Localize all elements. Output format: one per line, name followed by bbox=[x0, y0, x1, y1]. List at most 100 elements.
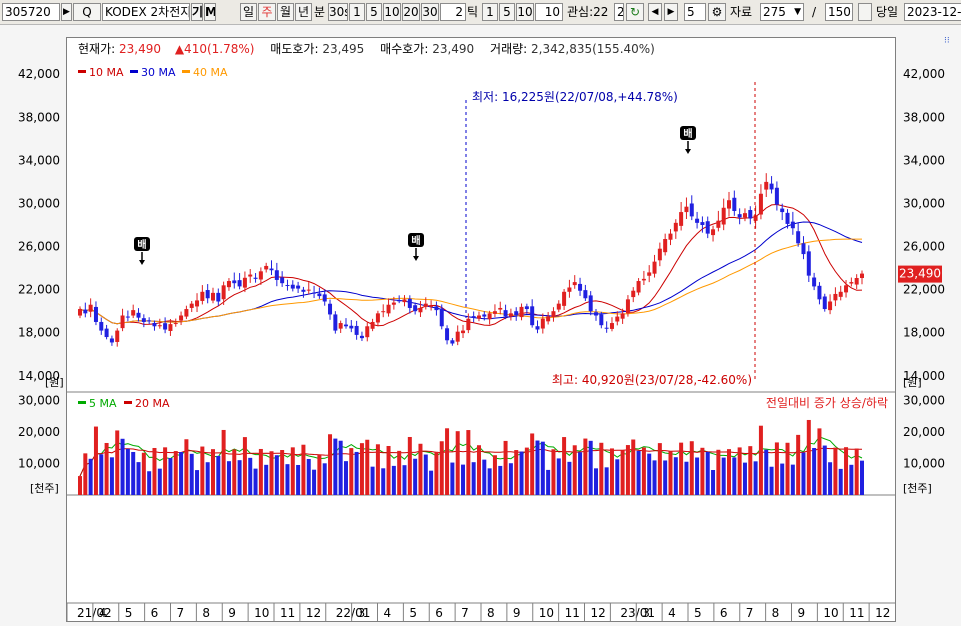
volume-bar bbox=[152, 447, 157, 495]
x-tick-label: 5 bbox=[409, 606, 417, 620]
candle-body bbox=[258, 271, 263, 280]
volume-bar bbox=[445, 428, 450, 495]
candle-body bbox=[418, 307, 423, 313]
candle-body bbox=[546, 316, 551, 322]
candle-body bbox=[498, 307, 503, 310]
x-tick-label: 12 bbox=[591, 606, 606, 620]
candle-body bbox=[578, 283, 583, 291]
volume-bar bbox=[530, 433, 535, 495]
x-tick-label: 7 bbox=[461, 606, 469, 620]
candle-body bbox=[636, 281, 641, 293]
volume-bar bbox=[652, 460, 657, 495]
volume-bar bbox=[301, 444, 306, 495]
volume-bar bbox=[450, 462, 455, 495]
candle-body bbox=[663, 239, 668, 253]
x-tick-label: 9 bbox=[228, 606, 236, 620]
volume-bar bbox=[801, 452, 806, 495]
x-tick-label: 11 bbox=[280, 606, 295, 620]
volume-bar bbox=[705, 451, 710, 495]
volume-bar bbox=[93, 426, 98, 495]
volume-bar bbox=[540, 441, 545, 495]
candle-body bbox=[141, 318, 146, 322]
volume-bar bbox=[514, 450, 519, 495]
candle-body bbox=[210, 292, 215, 301]
x-tick-label: 4 bbox=[384, 606, 392, 620]
candle-body bbox=[727, 200, 732, 209]
signal-arrow-head bbox=[413, 256, 419, 261]
candle-body bbox=[402, 299, 407, 303]
candle-body bbox=[514, 311, 519, 316]
candle-body bbox=[508, 313, 513, 317]
volume-bar bbox=[78, 476, 82, 495]
volume-note: 전일대비 증가 상승/하락 bbox=[766, 396, 888, 410]
y-tick-label-left: 38,000 bbox=[18, 110, 60, 124]
y-tick-label-left: 26,000 bbox=[18, 240, 60, 254]
candle-body bbox=[599, 314, 604, 326]
volume-bar bbox=[482, 459, 487, 495]
candle-body bbox=[524, 306, 529, 310]
x-tick-label: 10 bbox=[823, 606, 838, 620]
volume-bar bbox=[679, 442, 684, 495]
legend-swatch bbox=[182, 70, 190, 73]
volume-bar bbox=[216, 455, 221, 495]
candle-body bbox=[482, 314, 487, 317]
volume-bar bbox=[280, 450, 285, 495]
volume-bar bbox=[822, 445, 827, 495]
volume-bar bbox=[503, 440, 508, 495]
volume-bar bbox=[476, 445, 481, 495]
volume-unit-label-right: [천주] bbox=[903, 481, 932, 495]
candle-body bbox=[461, 330, 466, 334]
volume-bar bbox=[328, 434, 333, 495]
candle-body bbox=[322, 294, 327, 302]
volume-y-tick-left: 30,000 bbox=[18, 393, 60, 407]
volume-bar bbox=[849, 464, 854, 495]
volume-bar bbox=[343, 461, 348, 495]
volume-legend-label: 20 MA bbox=[135, 397, 170, 410]
volume-bar bbox=[774, 442, 779, 495]
candle-body bbox=[530, 306, 535, 326]
candle-body bbox=[423, 303, 428, 307]
volume-bar bbox=[429, 470, 434, 495]
candle-body bbox=[312, 292, 317, 294]
candle-body bbox=[572, 282, 577, 286]
candle-body bbox=[625, 299, 630, 314]
volume-bar bbox=[306, 458, 311, 495]
volume-bar bbox=[519, 451, 524, 495]
volume-bar bbox=[636, 450, 641, 495]
volume-bar bbox=[418, 443, 423, 495]
candle-body bbox=[758, 193, 763, 215]
candle-body bbox=[503, 310, 508, 317]
volume-bar bbox=[179, 452, 184, 495]
x-tick-label: 8 bbox=[487, 606, 495, 620]
y-tick-label-right: 42,000 bbox=[903, 67, 945, 81]
candle-body bbox=[200, 291, 205, 301]
y-unit-label-left: [원] bbox=[45, 376, 64, 389]
candle-body bbox=[157, 325, 162, 327]
candle-body bbox=[429, 305, 434, 307]
volume-bar bbox=[524, 447, 529, 495]
volume-bar bbox=[737, 447, 742, 495]
x-tick-label: 10 bbox=[254, 606, 269, 620]
volume-bar bbox=[838, 468, 843, 495]
volume-bar bbox=[758, 425, 763, 495]
volume-bar bbox=[221, 429, 226, 495]
stock-chart[interactable]: 42,000 42,000 38,000 38,000 34,000 34,000 30,0… bbox=[0, 0, 961, 626]
candle-body bbox=[285, 285, 290, 287]
volume-bar bbox=[338, 440, 343, 495]
volume-bar bbox=[312, 469, 317, 495]
x-tick-label: 3 bbox=[358, 606, 366, 620]
candle-body bbox=[609, 323, 614, 329]
volume-bar bbox=[769, 466, 774, 495]
candle-body bbox=[109, 338, 114, 343]
volume-bar bbox=[184, 439, 189, 495]
candle-body bbox=[226, 281, 231, 288]
candle-body bbox=[221, 285, 226, 300]
volume-bar bbox=[466, 430, 471, 495]
volume-bar bbox=[567, 461, 572, 495]
candle-body bbox=[83, 309, 88, 314]
volume-bar bbox=[274, 455, 279, 495]
volume-bar bbox=[423, 454, 428, 495]
candle-body bbox=[838, 291, 843, 297]
candle-body bbox=[88, 304, 93, 312]
volume-bar bbox=[370, 466, 375, 495]
